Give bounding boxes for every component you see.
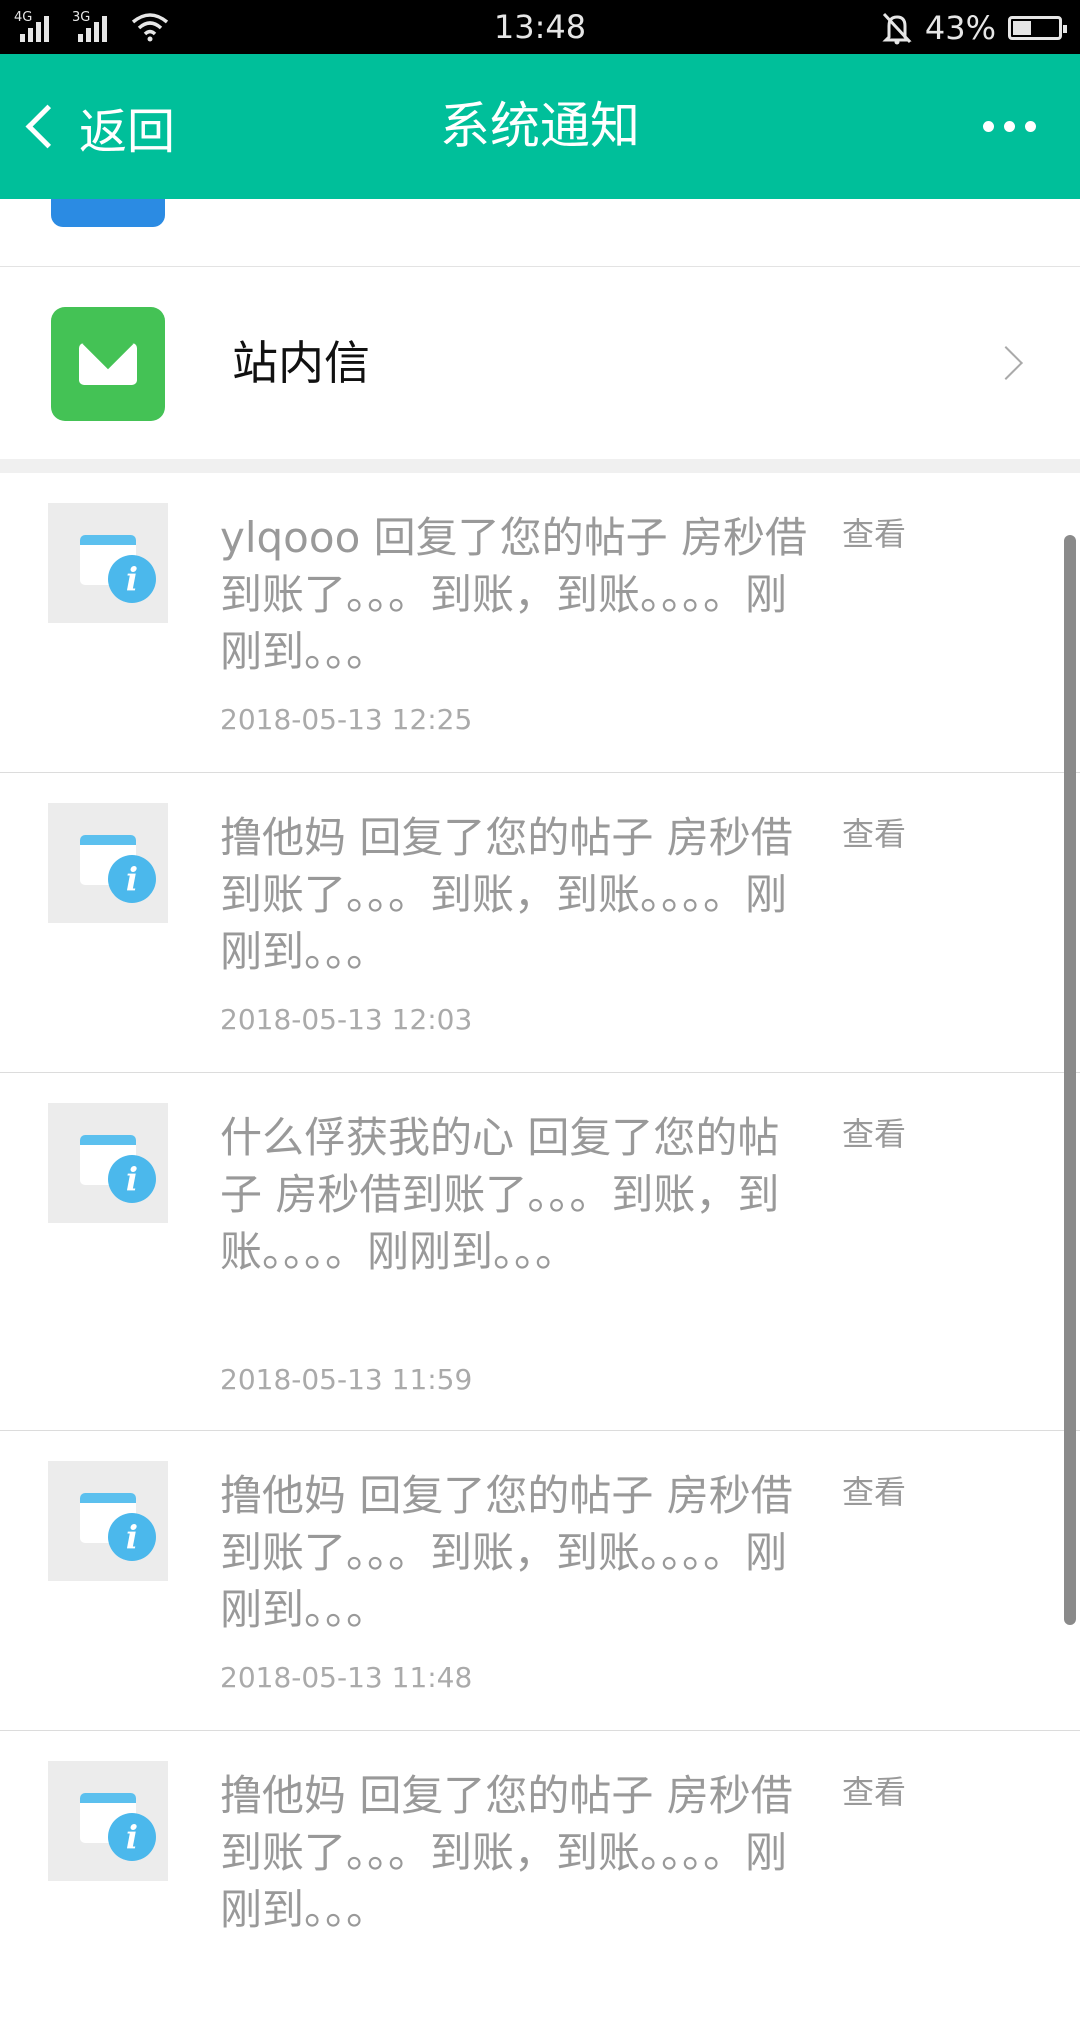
app-header: 返回 系统通知 xyxy=(0,54,1080,199)
mail-icon xyxy=(51,307,165,421)
list-item[interactable]: i 撸他妈 回复了您的帖子 房秒借到账了。。。到账，到账。。。。刚刚到。。。 查… xyxy=(0,1731,1080,2031)
inbox-label: 站内信 xyxy=(232,336,370,390)
page-title: 系统通知 xyxy=(440,97,640,155)
more-icon xyxy=(983,121,994,132)
notification-time: 2018-05-13 12:25 xyxy=(220,703,473,736)
status-bar: 4G 3G 13:48 43% xyxy=(0,0,1080,54)
view-link[interactable]: 查看 xyxy=(842,1109,906,1155)
info-icon: i xyxy=(48,1103,168,1223)
notification-message: 撸他妈 回复了您的帖子 房秒借到账了。。。到账，到账。。。。刚刚到。。。 xyxy=(220,1771,793,1934)
view-link[interactable]: 查看 xyxy=(842,809,906,855)
section-gap xyxy=(0,459,1080,473)
battery-icon xyxy=(1008,16,1067,40)
notification-message: 什么俘获我的心 回复了您的帖子 房秒借到账了。。。到账，到账。。。。刚刚到。。。 xyxy=(220,1113,780,1276)
more-button[interactable] xyxy=(983,54,1036,199)
notification-message: 撸他妈 回复了您的帖子 房秒借到账了。。。到账，到账。。。。刚刚到。。。 xyxy=(220,813,793,976)
view-link[interactable]: 查看 xyxy=(842,509,906,555)
partial-list-icon[interactable] xyxy=(51,199,165,227)
alarm-off-icon xyxy=(882,12,912,45)
notification-list: i ylqooo 回复了您的帖子 房秒借到账了。。。到账，到账。。。。刚刚到。。… xyxy=(0,473,1080,2031)
battery-percent: 43% xyxy=(924,9,996,47)
inbox-row[interactable]: 站内信 xyxy=(0,267,1080,459)
notification-message: 撸他妈 回复了您的帖子 房秒借到账了。。。到账，到账。。。。刚刚到。。。 xyxy=(220,1471,793,1634)
notification-time: 2018-05-13 11:59 xyxy=(220,1363,473,1396)
list-item[interactable]: i 撸他妈 回复了您的帖子 房秒借到账了。。。到账，到账。。。。刚刚到。。。 2… xyxy=(0,773,1080,1073)
list-item[interactable]: i ylqooo 回复了您的帖子 房秒借到账了。。。到账，到账。。。。刚刚到。。… xyxy=(0,473,1080,773)
notification-time: 2018-05-13 11:48 xyxy=(220,1661,473,1694)
more-icon xyxy=(1004,121,1015,132)
chevron-right-icon xyxy=(989,346,1023,380)
info-icon: i xyxy=(48,503,168,623)
notification-time: 2018-05-13 12:03 xyxy=(220,1003,473,1036)
notification-message: ylqooo 回复了您的帖子 房秒借到账了。。。到账，到账。。。。刚刚到。。。 xyxy=(220,513,807,676)
view-link[interactable]: 查看 xyxy=(842,1767,906,1813)
list-item[interactable]: i 什么俘获我的心 回复了您的帖子 房秒借到账了。。。到账，到账。。。。刚刚到。… xyxy=(0,1073,1080,1431)
more-icon xyxy=(1025,121,1036,132)
info-icon: i xyxy=(48,1461,168,1581)
scrollbar[interactable] xyxy=(1064,535,1076,1625)
view-link[interactable]: 查看 xyxy=(842,1467,906,1513)
info-icon: i xyxy=(48,803,168,923)
list-item[interactable]: i 撸他妈 回复了您的帖子 房秒借到账了。。。到账，到账。。。。刚刚到。。。 2… xyxy=(0,1431,1080,1731)
status-right: 43% xyxy=(881,8,1067,48)
info-icon: i xyxy=(48,1761,168,1881)
